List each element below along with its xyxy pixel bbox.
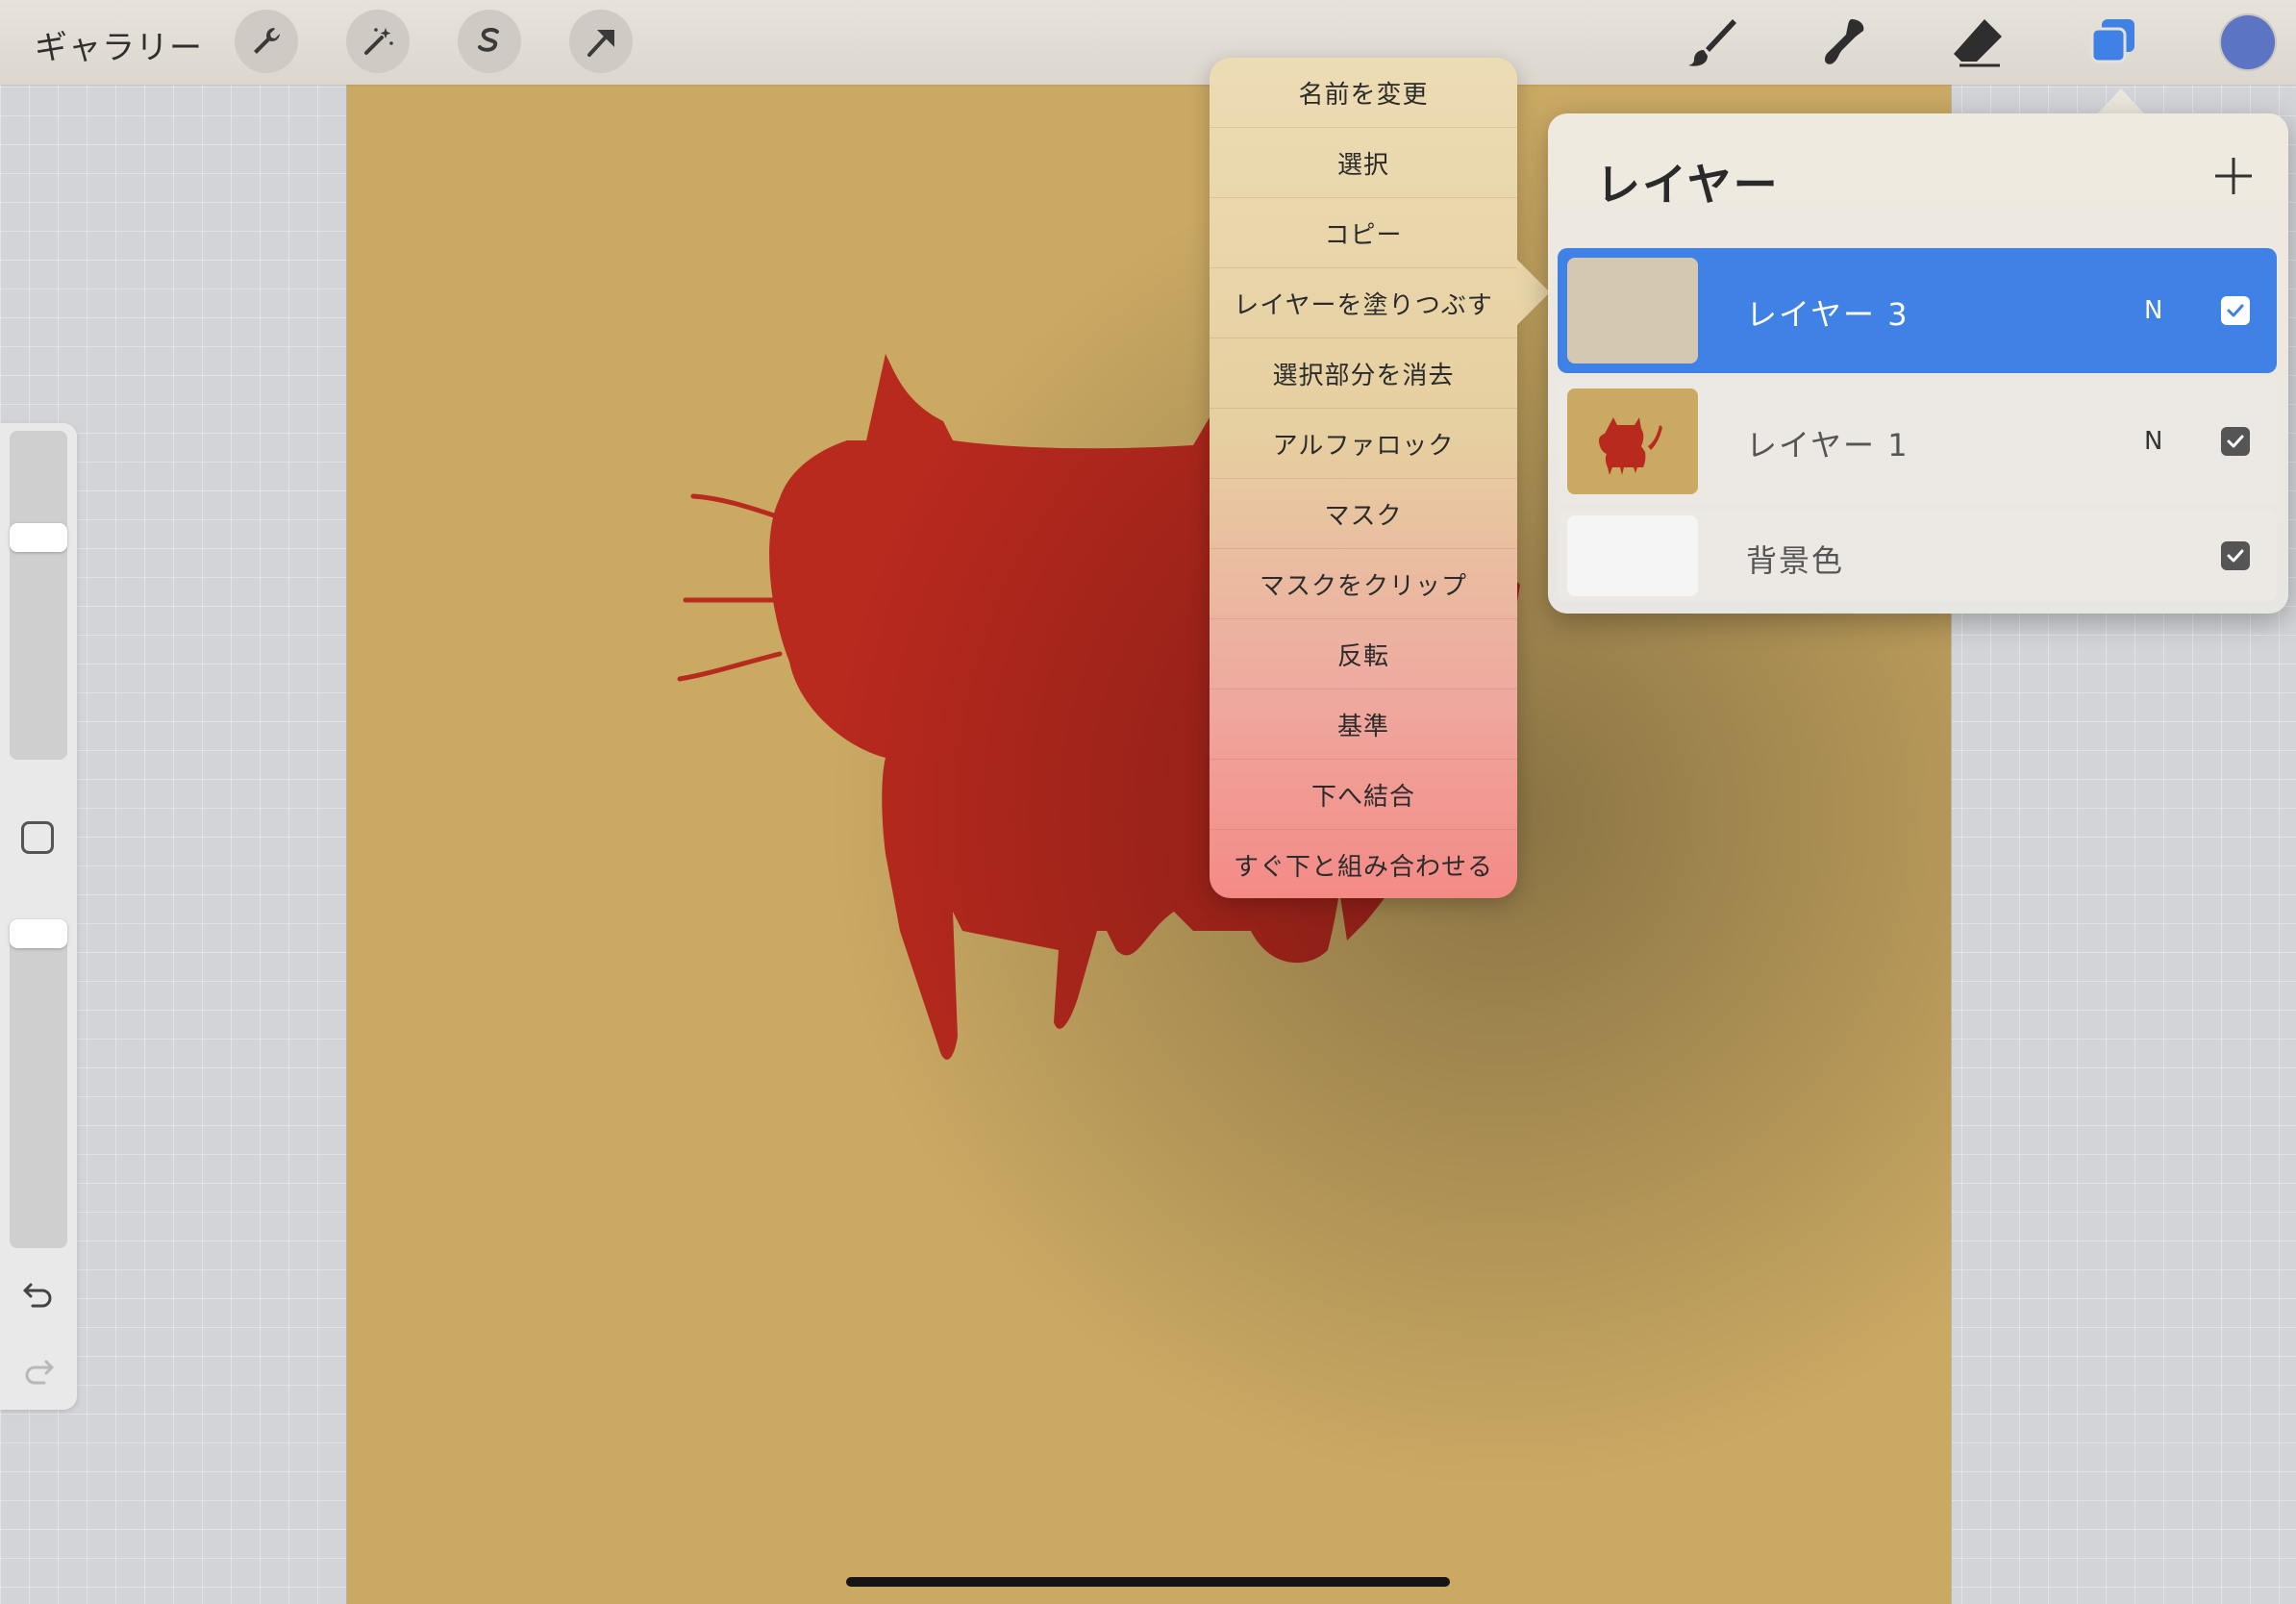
layer-name: レイヤー 1 bbox=[1746, 427, 1909, 464]
menu-item-merge-down[interactable]: 下へ結合 bbox=[1210, 760, 1517, 830]
layer-options-menu: 名前を変更 選択 コピー レイヤーを塗りつぶす 選択部分を消去 アルファロック … bbox=[1210, 58, 1517, 898]
layer-name: レイヤー 3 bbox=[1746, 296, 1909, 333]
transform-arrow-icon bbox=[587, 30, 614, 57]
menu-item-clear-selection[interactable]: 選択部分を消去 bbox=[1210, 338, 1517, 409]
layer-thumbnail bbox=[1567, 388, 1698, 494]
checkmark-icon bbox=[2227, 435, 2244, 448]
menu-item-combine-down[interactable]: すぐ下と組み合わせる bbox=[1210, 830, 1517, 899]
brush-button[interactable] bbox=[1683, 13, 1740, 71]
actions-button[interactable] bbox=[235, 10, 298, 73]
layers-button[interactable] bbox=[2084, 13, 2142, 71]
magic-wand-icon bbox=[364, 28, 393, 55]
menu-item-mask[interactable]: マスク bbox=[1210, 479, 1517, 549]
modify-button[interactable] bbox=[21, 821, 54, 854]
transform-button[interactable] bbox=[569, 10, 633, 73]
layer-row[interactable]: レイヤー 1 N bbox=[1558, 379, 2277, 504]
menu-item-invert[interactable]: 反転 bbox=[1210, 619, 1517, 689]
opacity-slider[interactable] bbox=[10, 919, 67, 1248]
brush-size-slider[interactable] bbox=[10, 431, 67, 760]
home-indicator[interactable] bbox=[846, 1577, 1450, 1587]
layers-icon bbox=[2090, 19, 2134, 63]
plus-icon bbox=[2215, 158, 2252, 194]
panel-title: レイヤー bbox=[1596, 159, 1780, 211]
gallery-button[interactable]: ギャラリー bbox=[35, 21, 203, 68]
smudge-button[interactable] bbox=[1815, 13, 1873, 71]
brush-icon bbox=[1688, 19, 1736, 66]
checkmark-icon bbox=[2227, 549, 2244, 563]
eraser-icon bbox=[1954, 19, 2002, 67]
menu-item-clipping-mask[interactable]: マスクをクリップ bbox=[1210, 549, 1517, 619]
menu-pointer bbox=[1517, 260, 1550, 325]
visibility-checkbox[interactable] bbox=[2221, 427, 2250, 456]
blend-mode-button[interactable]: N bbox=[2144, 296, 2162, 325]
opacity-thumb[interactable] bbox=[10, 919, 67, 948]
adjustments-button[interactable] bbox=[346, 10, 410, 73]
redo-icon bbox=[25, 1360, 54, 1385]
selection-button[interactable] bbox=[458, 10, 521, 73]
layer-row[interactable]: レイヤー 3 N bbox=[1558, 248, 2277, 373]
panel-pointer bbox=[2096, 88, 2146, 115]
checkmark-icon bbox=[2227, 304, 2244, 317]
layer-row-background[interactable]: 背景色 bbox=[1558, 510, 2277, 602]
menu-item-fill-layer[interactable]: レイヤーを塗りつぶす bbox=[1210, 268, 1517, 338]
left-sidebar bbox=[0, 423, 77, 1410]
layers-panel: レイヤー レイヤー 3 N レイヤー 1 N 背景色 bbox=[1548, 113, 2288, 614]
undo-icon bbox=[23, 1283, 52, 1308]
visibility-checkbox[interactable] bbox=[2221, 541, 2250, 570]
eraser-button[interactable] bbox=[1950, 13, 2008, 71]
selection-icon bbox=[478, 27, 499, 52]
undo-button[interactable] bbox=[19, 1275, 58, 1314]
menu-item-rename[interactable]: 名前を変更 bbox=[1210, 58, 1517, 128]
wrench-icon bbox=[254, 28, 280, 54]
layer-name: 背景色 bbox=[1746, 542, 1845, 579]
brush-size-thumb[interactable] bbox=[10, 523, 67, 552]
menu-item-reference[interactable]: 基準 bbox=[1210, 689, 1517, 760]
layer-thumbnail bbox=[1567, 515, 1698, 596]
redo-button[interactable] bbox=[19, 1352, 58, 1391]
cat-thumbnail-icon bbox=[1567, 388, 1698, 494]
top-toolbar: ギャラリー bbox=[0, 0, 2296, 85]
layer-thumbnail bbox=[1567, 258, 1698, 363]
menu-item-alpha-lock[interactable]: アルファロック bbox=[1210, 409, 1517, 479]
visibility-checkbox[interactable] bbox=[2221, 296, 2250, 325]
color-picker-button[interactable] bbox=[2221, 15, 2275, 69]
menu-item-copy[interactable]: コピー bbox=[1210, 198, 1517, 268]
smudge-icon bbox=[1825, 19, 1864, 64]
menu-item-select[interactable]: 選択 bbox=[1210, 128, 1517, 198]
blend-mode-button[interactable]: N bbox=[2144, 427, 2162, 456]
add-layer-button[interactable] bbox=[2211, 154, 2256, 198]
